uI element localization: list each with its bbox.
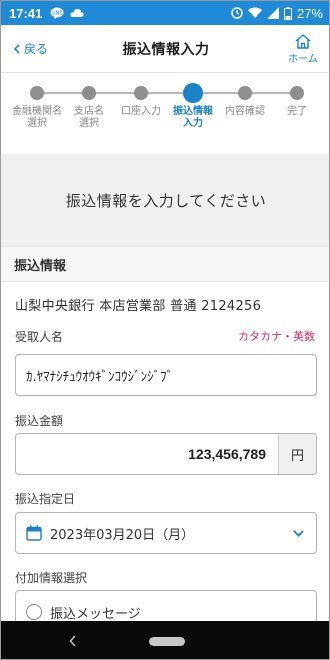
app-screen: 17:41 LINE 27% 戻る 振込情報入力 ホーム 金融機関名 選択 支店… [0, 0, 330, 660]
back-button[interactable]: 戻る [13, 40, 48, 57]
nav-home-pill[interactable] [149, 637, 185, 646]
signal-icon [266, 7, 279, 19]
step-label: 振込情報 入力 [173, 106, 213, 129]
step-dot [238, 86, 252, 100]
amount-unit: 円 [278, 434, 316, 474]
step-label: 口座入力 [121, 106, 161, 117]
battery-percent: 27% [296, 5, 323, 21]
alarm-icon [231, 7, 243, 19]
step-bank-select: 金融機関名 選択 [12, 85, 62, 130]
step-label: 完了 [287, 106, 307, 117]
home-icon [295, 34, 311, 49]
line-app-icon: LINE [50, 7, 64, 19]
chevron-left-icon [13, 43, 20, 54]
step-dot [290, 86, 304, 100]
message-option-label: 振込メッセージ [50, 606, 141, 622]
step-dot [82, 86, 96, 100]
step-complete: 完了 [272, 85, 322, 118]
page-title: 振込情報入力 [122, 41, 210, 58]
step-confirm: 内容確認 [220, 85, 270, 118]
system-navigation-bar [1, 621, 329, 659]
date-label: 振込指定日 [15, 492, 76, 506]
transfer-date-select[interactable]: 2023年03月20日（月） [15, 512, 317, 554]
chevron-down-icon [293, 529, 304, 537]
recipient-name-value: ｶ.ﾔﾏﾅｼﾁｭｳｵｳｷﾞﾝｺｳｼﾞﾝｼﾞﾌﾞ [26, 369, 174, 385]
home-button[interactable]: ホーム [287, 33, 319, 65]
recipient-name-field[interactable]: ｶ.ﾔﾏﾅｼﾁｭｳｵｳｷﾞﾝｺｳｼﾞﾝｼﾞﾌﾞ [15, 354, 317, 396]
recipient-hint: カタカナ・英数 [238, 330, 315, 343]
amount-field[interactable]: 123,456,789 円 [15, 433, 317, 475]
step-account-input: 口座入力 [116, 85, 166, 118]
svg-text:LINE: LINE [52, 11, 63, 17]
status-time: 17:41 [9, 5, 43, 21]
instruction-banner: 振込情報を入力してください [1, 154, 329, 246]
status-bar: 17:41 LINE 27% [1, 1, 329, 25]
cloud-icon [70, 9, 84, 17]
step-dot [30, 86, 44, 100]
step-branch-select: 支店名 選択 [64, 85, 114, 130]
back-label: 戻る [24, 42, 49, 56]
step-label: 内容確認 [225, 106, 265, 117]
wifi-icon [247, 7, 262, 18]
step-transfer-info: 振込情報 入力 [168, 83, 218, 130]
step-label: 支店名 選択 [74, 106, 104, 129]
step-dot-active [183, 83, 203, 103]
radio-button[interactable] [26, 604, 42, 620]
status-notification-icons: LINE [50, 7, 84, 19]
nav-back-icon[interactable] [69, 635, 77, 647]
recipient-label: 受取人名 [15, 330, 64, 344]
calendar-icon [26, 525, 42, 541]
step-dot [134, 86, 148, 100]
extra-info-label: 付加情報選択 [15, 571, 88, 585]
progress-stepper: 金融機関名 選択 支店名 選択 口座入力 振込情報 入力 内容確認 完了 [1, 73, 329, 153]
section-header: 振込情報 [1, 246, 329, 282]
amount-value: 123,456,789 [188, 446, 266, 462]
account-summary: 山梨中央銀行 本店営業部 普通 2124256 [15, 299, 262, 314]
battery-icon [283, 6, 292, 20]
app-header: 戻る 振込情報入力 ホーム [1, 25, 329, 73]
home-label: ホーム [288, 54, 318, 65]
step-label: 金融機関名 選択 [12, 106, 62, 129]
status-system-icons: 27% [231, 6, 323, 21]
amount-label: 振込金額 [15, 414, 64, 428]
date-value: 2023年03月20日（月） [50, 527, 195, 543]
